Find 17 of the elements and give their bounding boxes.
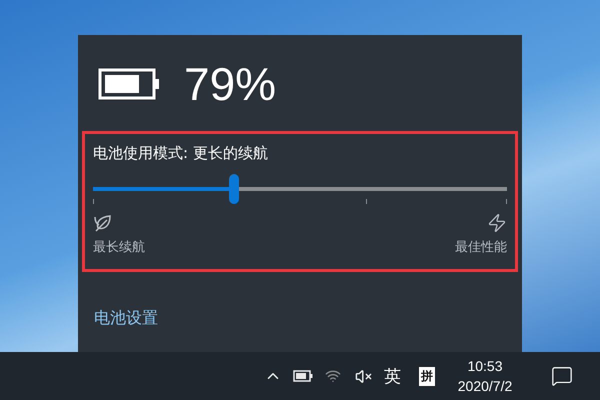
max-label: 最佳性能 [455,239,507,256]
power-mode-title: 电池使用模式: 更长的续航 [93,144,269,163]
ime-indicator[interactable]: 拼 [419,366,435,386]
muted-speaker-icon[interactable] [354,368,372,384]
battery-percent: 79% [184,57,276,111]
battery-icon[interactable] [293,370,313,382]
wifi-icon[interactable] [325,368,341,384]
leaf-icon [93,213,113,233]
notification-icon[interactable] [551,365,573,387]
battery-icon [98,68,162,100]
clock-time[interactable]: 10:53 [467,358,503,374]
lightning-icon [487,213,507,233]
language-indicator[interactable]: 英 [384,364,401,388]
slider-thumb[interactable] [228,174,239,204]
clock-date[interactable]: 2020/7/2 [458,378,512,394]
battery-settings-link[interactable]: 电池设置 [94,308,158,329]
min-label: 最长续航 [93,239,145,256]
